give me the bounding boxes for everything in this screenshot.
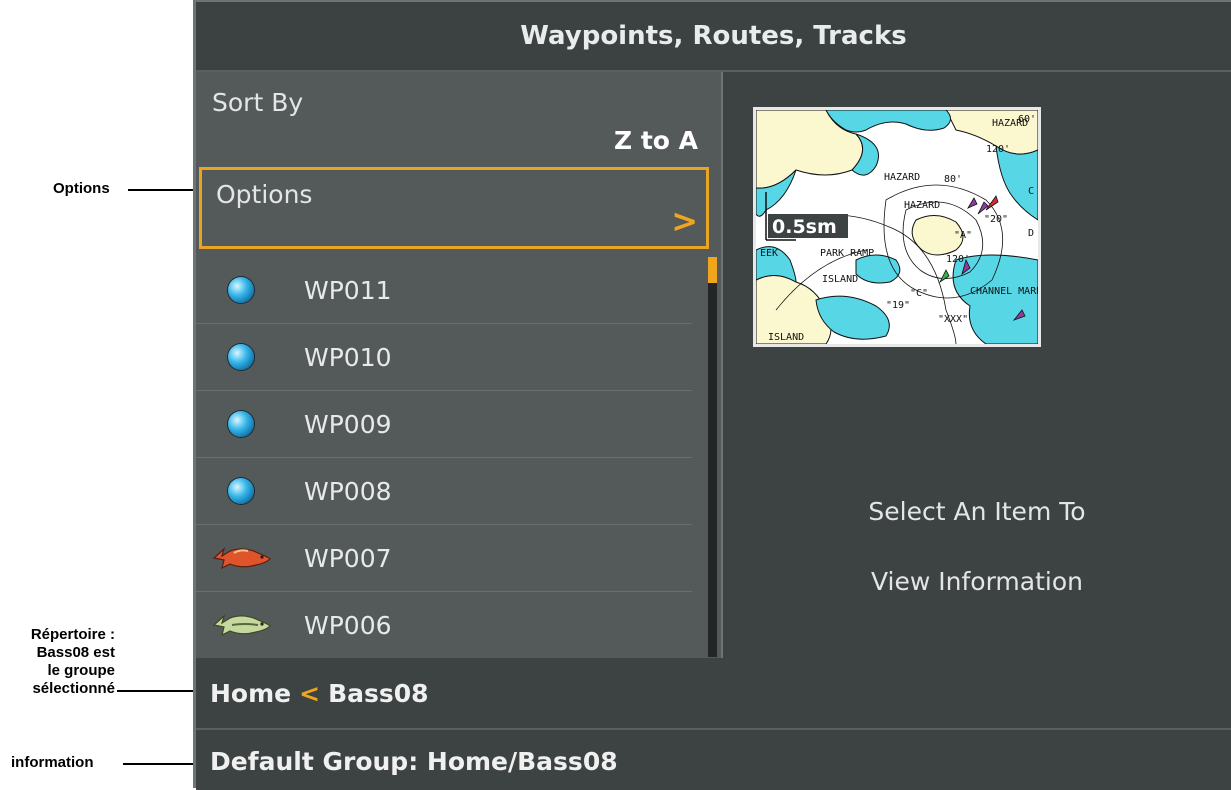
map-label: PARK RAMP [820, 248, 874, 259]
map-label: C [1028, 186, 1034, 197]
status-bar: Default Group: Home/Bass08 [196, 732, 1231, 790]
sort-by-label: Sort By [212, 88, 304, 117]
chevron-left-icon: < [299, 678, 321, 708]
waypoint-list-panel: Sort By Z to A Options > WP011 WP010 WP0… [196, 72, 723, 660]
map-label: "A" [954, 230, 972, 241]
page-title: Waypoints, Routes, Tracks [196, 2, 1231, 72]
list-item[interactable]: WP006 [196, 592, 692, 658]
waypoint-name: WP008 [304, 476, 392, 506]
breadcrumb-group[interactable]: Bass08 [328, 679, 428, 708]
map-scale-label: 0.5sm [772, 216, 837, 238]
chart-preview-map[interactable]: 0.5sm HAZARD HAZARD HAZARD 80' 60' 120' … [753, 107, 1041, 347]
options-menu-item[interactable]: Options > [199, 167, 709, 249]
callout-repertoire-line-4: sélectionné [32, 680, 115, 697]
list-item[interactable]: WP010 [196, 324, 692, 391]
map-label: 80' [944, 174, 962, 185]
status-text: Default Group: Home/Bass08 [210, 746, 618, 776]
callout-information-line [123, 763, 196, 765]
breadcrumb: Home < Bass08 [196, 658, 1231, 730]
map-label: "XXX" [938, 314, 968, 325]
map-label: 60' [1018, 114, 1036, 125]
map-label: ISLAND [768, 332, 804, 343]
map-label: ISLAND [822, 274, 858, 285]
map-label: 120' [986, 144, 1010, 155]
list-item[interactable]: WP009 [196, 391, 692, 458]
list-item[interactable]: WP007 [196, 525, 692, 592]
red-fish-icon [212, 547, 271, 570]
bass-fish-icon [212, 614, 271, 637]
map-label: HAZARD [904, 200, 940, 211]
blue-dot-icon [228, 411, 254, 437]
waypoint-list: WP011 WP010 WP009 WP008 WP007 WP006 [196, 257, 692, 658]
device-screen: Waypoints, Routes, Tracks Sort By Z to A… [193, 0, 1231, 790]
info-line-1: Select An Item To [868, 497, 1086, 526]
map-label: "20" [984, 214, 1008, 225]
sort-by-menu-item[interactable]: Sort By Z to A [196, 72, 718, 162]
map-label: D [1028, 228, 1034, 239]
callout-repertoire-line-1: Répertoire : [30, 626, 115, 643]
map-label: "C" [910, 288, 928, 299]
waypoint-name: WP011 [304, 275, 392, 305]
list-scrollbar[interactable] [708, 257, 717, 657]
map-label: HAZARD [884, 172, 920, 183]
scrollbar-thumb[interactable] [708, 257, 717, 283]
waypoint-name: WP010 [304, 342, 392, 372]
blue-dot-icon [228, 478, 254, 504]
map-label: EEK [760, 248, 778, 259]
blue-dot-icon [228, 344, 254, 370]
waypoint-name: WP006 [304, 610, 392, 640]
callout-repertoire-line [117, 690, 196, 692]
chevron-right-icon: > [671, 202, 698, 240]
callout-repertoire-line-2: Bass08 est [36, 644, 115, 661]
options-label: Options [216, 180, 313, 209]
list-item[interactable]: WP011 [196, 257, 692, 324]
waypoint-name: WP009 [304, 409, 392, 439]
list-item[interactable]: WP008 [196, 458, 692, 525]
callout-options: Options [53, 180, 110, 197]
breadcrumb-home[interactable]: Home [210, 679, 291, 708]
preview-panel: 0.5sm HAZARD HAZARD HAZARD 80' 60' 120' … [723, 72, 1231, 658]
callout-repertoire: Répertoire : Bass08 est le groupe sélect… [0, 626, 115, 698]
callout-information: information [11, 754, 94, 771]
waypoint-name: WP007 [304, 543, 392, 573]
map-label: "19" [886, 300, 910, 311]
info-line-2: View Information [871, 567, 1083, 596]
sort-by-value: Z to A [613, 126, 698, 155]
callout-repertoire-line-3: le groupe [47, 662, 115, 679]
map-label: CHANNEL MARK [970, 286, 1038, 297]
blue-dot-icon [228, 277, 254, 303]
callout-options-line [128, 189, 196, 191]
